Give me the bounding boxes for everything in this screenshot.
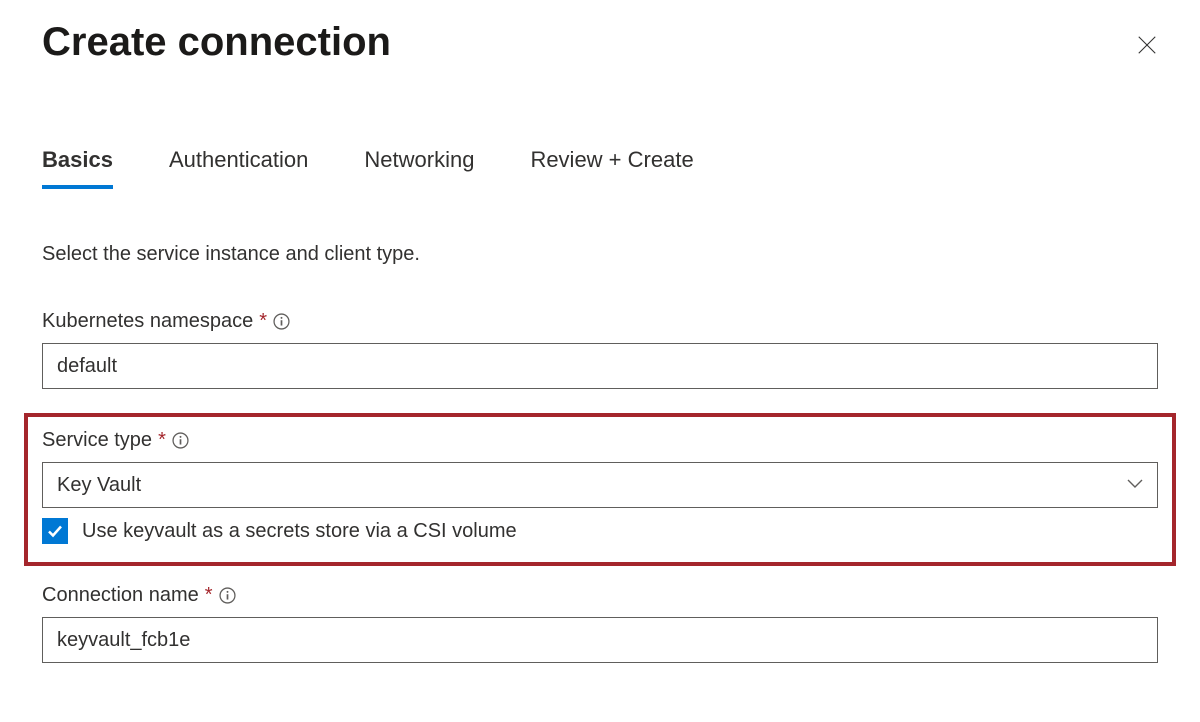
required-indicator: * [205, 584, 213, 607]
service-type-label: Service type [42, 429, 152, 452]
connection-name-label-row: Connection name * [42, 584, 1158, 607]
namespace-label-row: Kubernetes namespace * [42, 310, 1158, 333]
tab-networking[interactable]: Networking [364, 147, 474, 189]
tab-basics[interactable]: Basics [42, 147, 113, 189]
service-type-label-row: Service type * [42, 429, 1158, 452]
tab-review-create[interactable]: Review + Create [530, 147, 693, 189]
field-namespace: Kubernetes namespace * [42, 310, 1158, 389]
required-indicator: * [259, 310, 267, 333]
connection-name-input[interactable] [42, 617, 1158, 663]
namespace-label: Kubernetes namespace [42, 310, 253, 333]
header-row: Create connection [42, 20, 1158, 67]
info-icon[interactable] [219, 587, 236, 604]
csi-checkbox-row: Use keyvault as a secrets store via a CS… [42, 518, 1158, 544]
namespace-input[interactable] [42, 343, 1158, 389]
csi-checkbox-label: Use keyvault as a secrets store via a CS… [82, 520, 517, 543]
description-text: Select the service instance and client t… [42, 243, 1158, 266]
info-icon[interactable] [273, 313, 290, 330]
tab-authentication[interactable]: Authentication [169, 147, 308, 189]
csi-checkbox[interactable] [42, 518, 68, 544]
field-connection-name: Connection name * [42, 584, 1158, 663]
close-icon[interactable] [1130, 28, 1164, 67]
highlighted-group: Service type * Use keyvault as a secrets… [24, 413, 1176, 566]
service-type-select[interactable] [42, 462, 1158, 508]
field-service-type: Service type * Use keyvault as a secrets… [42, 429, 1158, 544]
connection-name-label: Connection name [42, 584, 199, 607]
info-icon[interactable] [172, 432, 189, 449]
create-connection-pane: Create connection Basics Authentication … [0, 0, 1200, 663]
tabs: Basics Authentication Networking Review … [42, 147, 1158, 189]
required-indicator: * [158, 429, 166, 452]
page-title: Create connection [42, 20, 391, 65]
service-type-select-wrapper [42, 462, 1158, 508]
